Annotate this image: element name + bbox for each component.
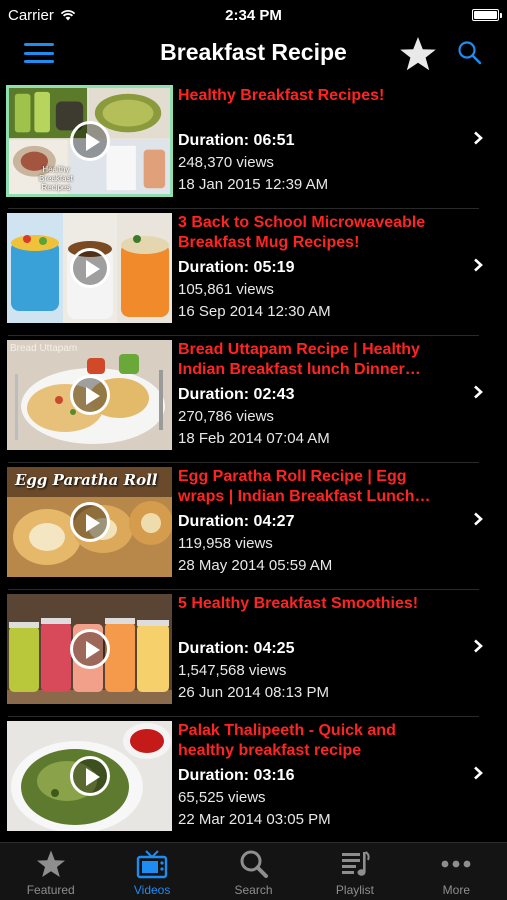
more-icon xyxy=(441,860,471,868)
video-title-line: Breakfast Mug Recipes! xyxy=(178,234,360,251)
battery-icon xyxy=(472,9,502,21)
video-views: 119,958 views xyxy=(178,535,273,552)
video-info: Palak Thalipeeth - Quick and healthy bre… xyxy=(178,721,458,831)
video-thumbnail[interactable]: Egg Paratha Roll xyxy=(7,467,172,577)
video-thumbnail[interactable]: Bread Uttapam xyxy=(7,340,172,450)
video-date: 18 Feb 2014 07:04 AM xyxy=(178,430,330,447)
video-duration: Duration: 04:25 xyxy=(178,640,295,657)
video-info: Healthy Breakfast Recipes! Duration: 06:… xyxy=(178,86,458,196)
tab-label: Featured xyxy=(26,883,75,897)
tab-playlist[interactable]: Playlist xyxy=(304,843,405,900)
navigation-bar: Breakfast Recipe xyxy=(0,30,507,78)
video-title-line: healthy breakfast recipe xyxy=(178,742,362,759)
tab-featured[interactable]: Featured xyxy=(0,843,101,900)
search-icon[interactable] xyxy=(456,39,484,67)
tv-icon xyxy=(136,850,168,879)
video-views: 270,786 views xyxy=(178,408,274,425)
video-title: Egg Paratha Roll Recipe | Egg wraps | In… xyxy=(178,467,458,507)
video-title-line: Indian Breakfast lunch Dinner… xyxy=(178,361,421,378)
chevron-right-icon[interactable] xyxy=(473,512,483,526)
video-date: 26 Jun 2014 08:13 PM xyxy=(178,684,329,701)
video-title-line: Healthy Breakfast Recipes! xyxy=(178,87,385,104)
video-title: Healthy Breakfast Recipes! xyxy=(178,86,458,126)
video-row[interactable]: 5 Healthy Breakfast Smoothies! Duration:… xyxy=(0,590,507,717)
thumbnail-caption: Egg Paratha Roll xyxy=(15,471,158,489)
star-icon xyxy=(36,850,65,877)
chevron-right-icon[interactable] xyxy=(473,766,483,780)
video-title: 5 Healthy Breakfast Smoothies! xyxy=(178,594,458,634)
chevron-right-icon[interactable] xyxy=(473,258,483,272)
video-title-line: wraps | Indian Breakfast Lunch… xyxy=(178,488,431,505)
video-title-line: Palak Thalipeeth - Quick and xyxy=(178,722,396,739)
video-info: 5 Healthy Breakfast Smoothies! Duration:… xyxy=(178,594,458,704)
video-title-line: 5 Healthy Breakfast Smoothies! xyxy=(178,595,419,612)
status-time: 2:34 PM xyxy=(225,6,282,24)
video-title-line: Egg Paratha Roll Recipe | Egg xyxy=(178,468,407,485)
tab-label: Playlist xyxy=(335,883,374,897)
tab-more[interactable]: More xyxy=(406,843,507,900)
play-icon[interactable] xyxy=(69,121,110,161)
chevron-right-icon[interactable] xyxy=(473,131,483,145)
wifi-icon xyxy=(60,9,76,21)
chevron-right-icon[interactable] xyxy=(473,385,483,399)
video-row[interactable]: Palak Thalipeeth - Quick and healthy bre… xyxy=(0,717,507,842)
tab-videos[interactable]: Videos xyxy=(101,843,202,900)
play-icon[interactable] xyxy=(69,375,110,415)
video-duration: Duration: 03:16 xyxy=(178,767,295,784)
video-info: 3 Back to School Microwaveable Breakfast… xyxy=(178,213,458,323)
video-row[interactable]: 3 Back to School Microwaveable Breakfast… xyxy=(0,209,507,336)
video-views: 65,525 views xyxy=(178,789,266,806)
tab-search[interactable]: Search xyxy=(203,843,304,900)
video-thumbnail[interactable] xyxy=(7,213,172,323)
video-duration: Duration: 06:51 xyxy=(178,132,295,149)
video-date: 18 Jan 2015 12:39 AM xyxy=(178,176,329,193)
video-duration: Duration: 02:43 xyxy=(178,386,295,403)
thumbnail-caption: Bread Uttapam xyxy=(10,343,78,354)
play-icon[interactable] xyxy=(69,248,110,288)
video-row[interactable]: Bread Uttapam Bread Uttapam Recipe | Hea… xyxy=(0,336,507,463)
chevron-right-icon[interactable] xyxy=(473,639,483,653)
video-views: 248,370 views xyxy=(178,154,274,171)
video-title: Palak Thalipeeth - Quick and healthy bre… xyxy=(178,721,458,761)
video-thumbnail[interactable] xyxy=(7,594,172,704)
video-title-line: 3 Back to School Microwaveable xyxy=(178,214,426,231)
video-date: 16 Sep 2014 12:30 AM xyxy=(178,303,331,320)
play-icon[interactable] xyxy=(69,502,110,542)
playlist-icon xyxy=(341,851,370,876)
video-thumbnail[interactable]: Healthy Breakfast Recipes xyxy=(6,85,173,197)
search-icon xyxy=(240,850,268,878)
video-info: Egg Paratha Roll Recipe | Egg wraps | In… xyxy=(178,467,458,577)
video-list[interactable]: Healthy Breakfast Recipes Healthy Breakf… xyxy=(0,82,507,842)
video-row[interactable]: Healthy Breakfast Recipes Healthy Breakf… xyxy=(0,82,507,209)
video-info: Bread Uttapam Recipe | Healthy Indian Br… xyxy=(178,340,458,450)
tab-label: Search xyxy=(234,883,273,897)
status-bar: Carrier 2:34 PM xyxy=(0,0,507,30)
play-icon[interactable] xyxy=(69,629,110,669)
tab-label: More xyxy=(442,883,470,897)
video-duration: Duration: 04:27 xyxy=(178,513,295,530)
favorite-star-icon[interactable] xyxy=(398,35,438,73)
video-duration: Duration: 05:19 xyxy=(178,259,295,276)
video-views: 105,861 views xyxy=(178,281,274,298)
tab-label: Videos xyxy=(133,883,171,897)
thumbnail-caption: Healthy Breakfast Recipes xyxy=(39,165,73,192)
video-title: 3 Back to School Microwaveable Breakfast… xyxy=(178,213,458,253)
video-title: Bread Uttapam Recipe | Healthy Indian Br… xyxy=(178,340,458,380)
play-icon[interactable] xyxy=(69,756,110,796)
video-title-line: Bread Uttapam Recipe | Healthy xyxy=(178,341,420,358)
video-thumbnail[interactable] xyxy=(7,721,172,831)
video-date: 22 Mar 2014 03:05 PM xyxy=(178,811,331,828)
video-row[interactable]: Egg Paratha Roll Egg Paratha Roll Recipe… xyxy=(0,463,507,590)
video-views: 1,547,568 views xyxy=(178,662,287,679)
video-date: 28 May 2014 05:59 AM xyxy=(178,557,333,574)
carrier-label: Carrier xyxy=(8,6,54,24)
tab-bar: Featured Videos Search Playlist More xyxy=(0,842,507,900)
